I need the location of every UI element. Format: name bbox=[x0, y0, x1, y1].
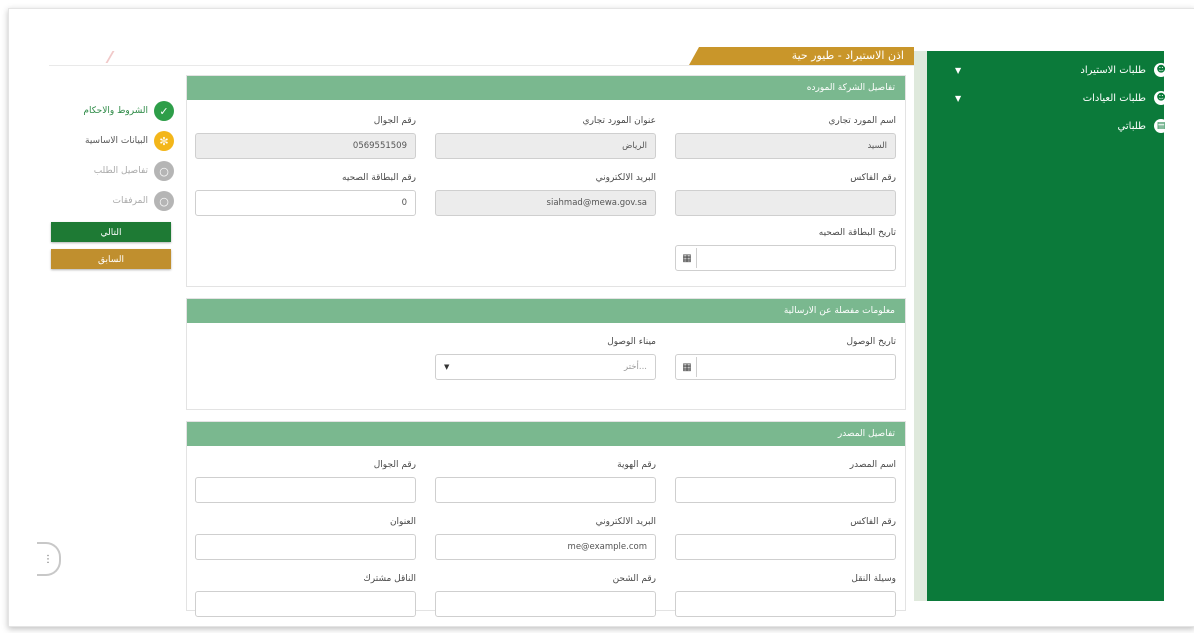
step-terms[interactable]: الشروط والاحكام ✓ bbox=[69, 101, 174, 121]
shared-carrier-select[interactable] bbox=[195, 591, 416, 617]
supplier-address-field[interactable]: الرياض bbox=[435, 133, 656, 159]
chat-icon[interactable]: ⋮ bbox=[37, 542, 61, 576]
page-title: اذن الاستيراد - طيور حية bbox=[689, 47, 914, 65]
step-request-details[interactable]: تفاصيل الطلب ○ bbox=[69, 161, 174, 181]
exporter-mobile-field[interactable] bbox=[195, 477, 416, 503]
shipment-no-field[interactable] bbox=[435, 591, 656, 617]
select-placeholder: أختر... bbox=[624, 362, 647, 372]
health-card-date-label: تاريخ البطاقة الصحيه bbox=[818, 228, 896, 238]
check-icon: ✓ bbox=[154, 101, 174, 121]
transport-select[interactable] bbox=[675, 591, 896, 617]
exporter-email-field[interactable]: me@example.com bbox=[435, 534, 656, 560]
circle-icon: ○ bbox=[154, 191, 174, 211]
app-window: اذن الاستيراد - طيور حية ☻ طلبات الاستير… bbox=[8, 8, 1194, 627]
step-label: الشروط والاحكام bbox=[83, 106, 148, 116]
calendar-icon[interactable]: ▦ bbox=[678, 357, 697, 377]
exporter-name-label: اسم المصدر bbox=[849, 460, 896, 470]
health-card-date-field[interactable]: ▦ bbox=[675, 245, 896, 271]
step-basic-info[interactable]: البيانات الاساسية ✼ bbox=[69, 131, 174, 151]
health-card-label: رقم البطاقة الصحيه bbox=[342, 173, 416, 183]
sidebar-item-label: طلبات الاستيراد bbox=[1080, 64, 1146, 76]
step-attachments[interactable]: المرفقات ○ bbox=[69, 191, 174, 211]
shipment-panel: معلومات مفصلة عن الارسالية تاريخ الوصول … bbox=[186, 298, 906, 410]
banner-divider bbox=[49, 65, 914, 66]
arrival-port-label: ميناء الوصول bbox=[607, 337, 656, 347]
arrival-port-select[interactable]: ▼ أختر... bbox=[435, 354, 656, 380]
exporter-panel: تفاصيل المصدر اسم المصدر رقم الهوية رقم … bbox=[186, 421, 906, 617]
exporter-id-field[interactable] bbox=[435, 477, 656, 503]
decorative-stripe bbox=[105, 51, 131, 63]
circle-icon: ○ bbox=[154, 161, 174, 181]
sidebar: ☻ طلبات الاستيراد ▼ ☻ طلبات العيادات ▼ ▤… bbox=[927, 51, 1168, 601]
exporter-address-label: العنوان bbox=[389, 517, 416, 527]
calendar-icon[interactable]: ▦ bbox=[678, 248, 697, 268]
supplier-fax-field[interactable] bbox=[675, 190, 896, 216]
exporter-fax-label: رقم الفاكس bbox=[850, 517, 896, 527]
health-card-field[interactable]: 0 bbox=[195, 190, 416, 216]
supplier-fax-label: رقم الفاكس bbox=[850, 173, 896, 183]
clipboard-icon: ▤ bbox=[1154, 119, 1168, 133]
prev-button[interactable]: السابق bbox=[51, 249, 171, 269]
arrival-date-field[interactable]: ▦ bbox=[675, 354, 896, 380]
spinner-icon: ✼ bbox=[154, 131, 174, 151]
sidebar-item-label: طلبات العيادات bbox=[1082, 92, 1146, 104]
chevron-down-icon: ▼ bbox=[955, 93, 962, 103]
user-add-icon: ☻ bbox=[1154, 91, 1168, 105]
supplier-panel: تفاصيل الشركة المورده اسم المورد تجاري ا… bbox=[186, 75, 906, 287]
transport-label: وسيلة النقل bbox=[851, 574, 896, 584]
chevron-down-icon: ▼ bbox=[444, 363, 450, 371]
sidebar-item-label: طلباتي bbox=[1117, 120, 1146, 132]
panel-title: معلومات مفصلة عن الارسالية bbox=[187, 299, 905, 323]
sidebar-item-my-requests[interactable]: ▤ طلباتي bbox=[927, 115, 1168, 137]
supplier-email-field[interactable]: siahmad@mewa.gov.sa bbox=[435, 190, 656, 216]
supplier-address-label: عنوان المورد تجاري bbox=[582, 116, 656, 126]
sidebar-item-clinic-requests[interactable]: ☻ طلبات العيادات ▼ bbox=[927, 87, 1168, 109]
step-label: البيانات الاساسية bbox=[85, 136, 148, 146]
shipment-no-label: رقم الشحن bbox=[612, 574, 656, 584]
next-button[interactable]: التالي bbox=[51, 222, 171, 242]
panel-title: تفاصيل الشركة المورده bbox=[187, 76, 905, 100]
exporter-name-field[interactable] bbox=[675, 477, 896, 503]
supplier-name-label: اسم المورد تجاري bbox=[828, 116, 896, 126]
arrival-date-label: تاريخ الوصول bbox=[846, 337, 897, 347]
exporter-mobile-label: رقم الجوال bbox=[373, 460, 416, 470]
layout-gutter bbox=[914, 51, 927, 601]
step-label: المرفقات bbox=[112, 196, 148, 206]
shared-carrier-label: الناقل مشترك bbox=[363, 574, 416, 584]
panel-title: تفاصيل المصدر bbox=[187, 422, 905, 446]
exporter-fax-field[interactable] bbox=[675, 534, 896, 560]
step-label: تفاصيل الطلب bbox=[93, 166, 148, 176]
supplier-mobile-label: رقم الجوال bbox=[373, 116, 416, 126]
supplier-name-field[interactable]: السيد bbox=[675, 133, 896, 159]
sidebar-item-import-requests[interactable]: ☻ طلبات الاستيراد ▼ bbox=[927, 59, 1168, 81]
exporter-address-field[interactable] bbox=[195, 534, 416, 560]
chevron-down-icon: ▼ bbox=[955, 65, 962, 75]
exporter-id-label: رقم الهوية bbox=[617, 460, 656, 470]
exporter-email-label: البريد الالكتروني bbox=[595, 517, 656, 527]
supplier-email-label: البريد الالكتروني bbox=[595, 173, 656, 183]
supplier-mobile-field[interactable]: 0569551509 bbox=[195, 133, 416, 159]
user-add-icon: ☻ bbox=[1154, 63, 1168, 77]
